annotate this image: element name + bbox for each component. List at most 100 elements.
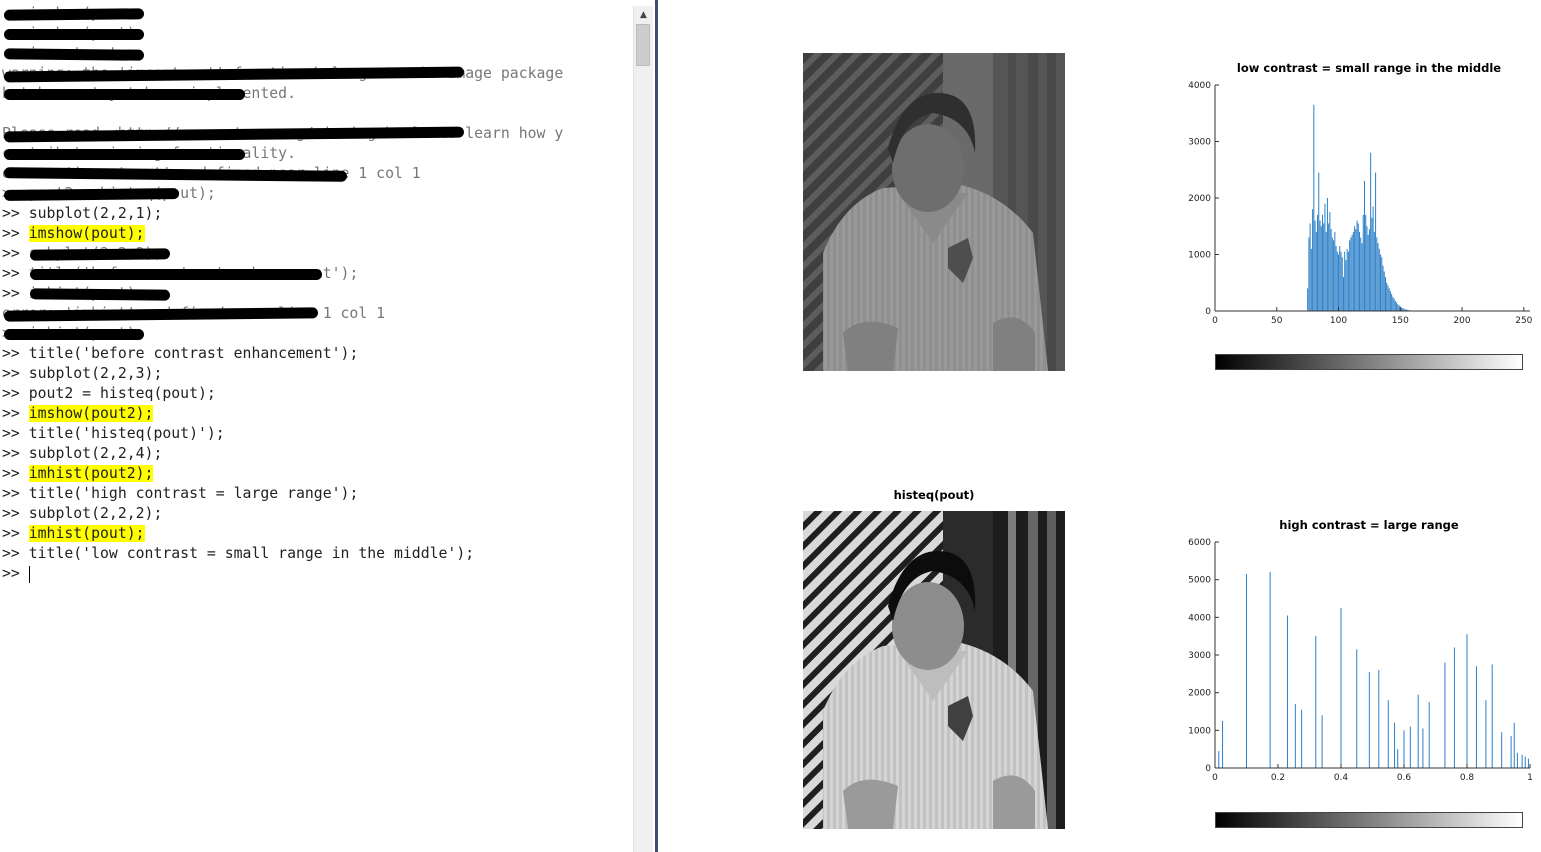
prompt: >> bbox=[2, 525, 29, 542]
command-text: pout2 = histeq(pout); bbox=[28, 385, 216, 402]
subplot-2-title: low contrast = small range in the middle bbox=[1236, 61, 1502, 75]
prompt: >> bbox=[2, 445, 29, 462]
command-line: error: 'imhist' undefined near line 1 co… bbox=[2, 304, 632, 324]
prompt: >> bbox=[2, 285, 29, 302]
y-tick-label: 3000 bbox=[1188, 138, 1211, 148]
command-line: >> pout2 = histeq(pout); bbox=[2, 184, 632, 204]
subplot-2-colorbar bbox=[1215, 354, 1523, 370]
command-line: >> imshow(pout); bbox=[2, 224, 632, 244]
y-tick-label: 2000 bbox=[1188, 689, 1211, 699]
scrollbar-thumb[interactable] bbox=[636, 24, 650, 66]
prompt: >> bbox=[2, 345, 29, 362]
command-line: imshow(pout); bbox=[2, 24, 632, 44]
command-line: >> subplot(2,2,3); bbox=[2, 364, 632, 384]
command-line: >> subplot(2,2,4); bbox=[2, 444, 632, 464]
text-cursor bbox=[28, 565, 30, 583]
prompt: >> bbox=[2, 565, 29, 582]
y-tick-label: 1000 bbox=[1188, 251, 1211, 261]
command-line: >> imhist(pout); bbox=[2, 284, 632, 304]
subplot-4-histogram: 0 0.2 0.4 0.6 0.8 1 0 1000 2000 3000 4000 5000 6000 bbox=[1188, 538, 1533, 783]
command-line: >> subplot(2,2,1); bbox=[2, 204, 632, 224]
subplot-4-title: high contrast = large range bbox=[1279, 518, 1459, 532]
command-line bbox=[2, 104, 632, 124]
prompt: >> bbox=[2, 225, 29, 242]
redaction-mark bbox=[29, 248, 171, 261]
prompt: >> bbox=[2, 545, 29, 562]
x-tick-label: 0.2 bbox=[1271, 773, 1285, 783]
command-line: >> title('before contrast enhancement'); bbox=[2, 264, 632, 284]
subplot-1-image bbox=[803, 53, 1065, 371]
y-tick-label: 0 bbox=[1205, 764, 1211, 774]
redaction-mark bbox=[3, 188, 180, 201]
command-text: subplot(2,2,4); bbox=[28, 445, 163, 462]
command-line: >> imhist(pout2); bbox=[2, 464, 632, 484]
x-tick-label: 0.8 bbox=[1460, 773, 1475, 783]
subplot-3-image bbox=[803, 511, 1065, 829]
command-line: >> subplot(2,2,2); bbox=[2, 504, 632, 524]
y-tick-label: 5000 bbox=[1188, 576, 1211, 586]
x-tick-label: 1 bbox=[1527, 773, 1533, 783]
plot-area bbox=[1215, 85, 1530, 311]
y-tick-label: 3000 bbox=[1188, 651, 1211, 661]
prompt: >> bbox=[2, 205, 29, 222]
command-line: >> title('low contrast = small range in … bbox=[2, 544, 632, 564]
command-line: >> imhist(pout); bbox=[2, 324, 632, 344]
prompt: >> bbox=[2, 465, 29, 482]
command-text: imhist(pout); bbox=[28, 525, 145, 542]
subplot-3-title: histeq(pout) bbox=[893, 488, 975, 502]
command-text: subplot(2,2,1); bbox=[28, 205, 163, 222]
command-text: title('high contrast = large range'); bbox=[28, 485, 359, 502]
redaction-mark bbox=[4, 89, 245, 100]
prompt: >> bbox=[2, 265, 29, 282]
command-line: >> imhist(pout); bbox=[2, 524, 632, 544]
redaction-mark bbox=[3, 8, 145, 21]
command-line: >> title('histeq(pout)'); bbox=[2, 424, 632, 444]
redaction-mark bbox=[30, 269, 322, 280]
y-tick-label: 4000 bbox=[1188, 81, 1211, 91]
x-tick-label: 150 bbox=[1392, 316, 1409, 326]
command-text: title('histeq(pout)'); bbox=[28, 425, 225, 442]
command-output[interactable]: imshow(p imshow(pout); imcontr twarning:… bbox=[2, 4, 632, 584]
prompt: >> bbox=[2, 245, 29, 262]
y-tick-label: 6000 bbox=[1188, 538, 1211, 548]
prompt: >> bbox=[2, 425, 29, 442]
y-tick-label: 4000 bbox=[1188, 613, 1211, 623]
x-tick-label: 250 bbox=[1515, 316, 1532, 326]
prompt: >> bbox=[2, 405, 29, 422]
command-line: imcontr t bbox=[2, 44, 632, 64]
command-text: title('before contrast enhancement'); bbox=[28, 345, 359, 362]
command-window[interactable]: imshow(p imshow(pout); imcontr twarning:… bbox=[0, 0, 656, 852]
command-line: >> pout2 = histeq(pout); bbox=[2, 384, 632, 404]
prompt: >> bbox=[2, 505, 29, 522]
prompt: >> bbox=[2, 365, 29, 382]
command-text: subplot(2,2,2); bbox=[28, 505, 163, 522]
command-line: >> imshow(pout2); bbox=[2, 404, 632, 424]
figure-window: histeq(pout) low contrast = small range … bbox=[658, 0, 1541, 852]
prompt: >> bbox=[2, 385, 29, 402]
redaction-mark bbox=[3, 48, 145, 61]
vertical-scrollbar[interactable]: ▲ bbox=[633, 6, 653, 852]
command-line: error: 'imcontrast' undefined near line … bbox=[2, 164, 632, 184]
scroll-up-arrow-icon[interactable]: ▲ bbox=[634, 6, 653, 23]
command-line: >> bbox=[2, 564, 632, 584]
command-text: subplot(2,2,3); bbox=[28, 365, 163, 382]
redaction-mark bbox=[4, 149, 245, 160]
command-line: >> title('before contrast enhancement'); bbox=[2, 344, 632, 364]
command-line: Please read <http://www.octave.org/missi… bbox=[2, 124, 632, 144]
x-tick-label: 0 bbox=[1212, 773, 1218, 783]
command-line: warning: the 'imcontrast' function belon… bbox=[2, 64, 632, 84]
prompt: >> bbox=[2, 485, 29, 502]
y-tick-label: 2000 bbox=[1188, 194, 1211, 204]
y-tick-label: 1000 bbox=[1188, 726, 1211, 736]
x-tick-label: 200 bbox=[1453, 316, 1470, 326]
redaction-mark bbox=[29, 288, 171, 301]
x-tick-label: 100 bbox=[1330, 316, 1347, 326]
command-line: >> subplot(2,2,2); bbox=[2, 244, 632, 264]
command-text: title('low contrast = small range in the… bbox=[28, 545, 475, 562]
x-tick-label: 0.6 bbox=[1397, 773, 1412, 783]
y-tick-label: 0 bbox=[1205, 307, 1211, 317]
photo-content bbox=[803, 53, 1065, 371]
redaction-mark bbox=[4, 29, 144, 40]
subplot-2-histogram: 0 50 100 150 200 250 0 1000 2000 3000 4000 bbox=[1188, 81, 1533, 326]
subplot-4-colorbar bbox=[1215, 812, 1523, 828]
